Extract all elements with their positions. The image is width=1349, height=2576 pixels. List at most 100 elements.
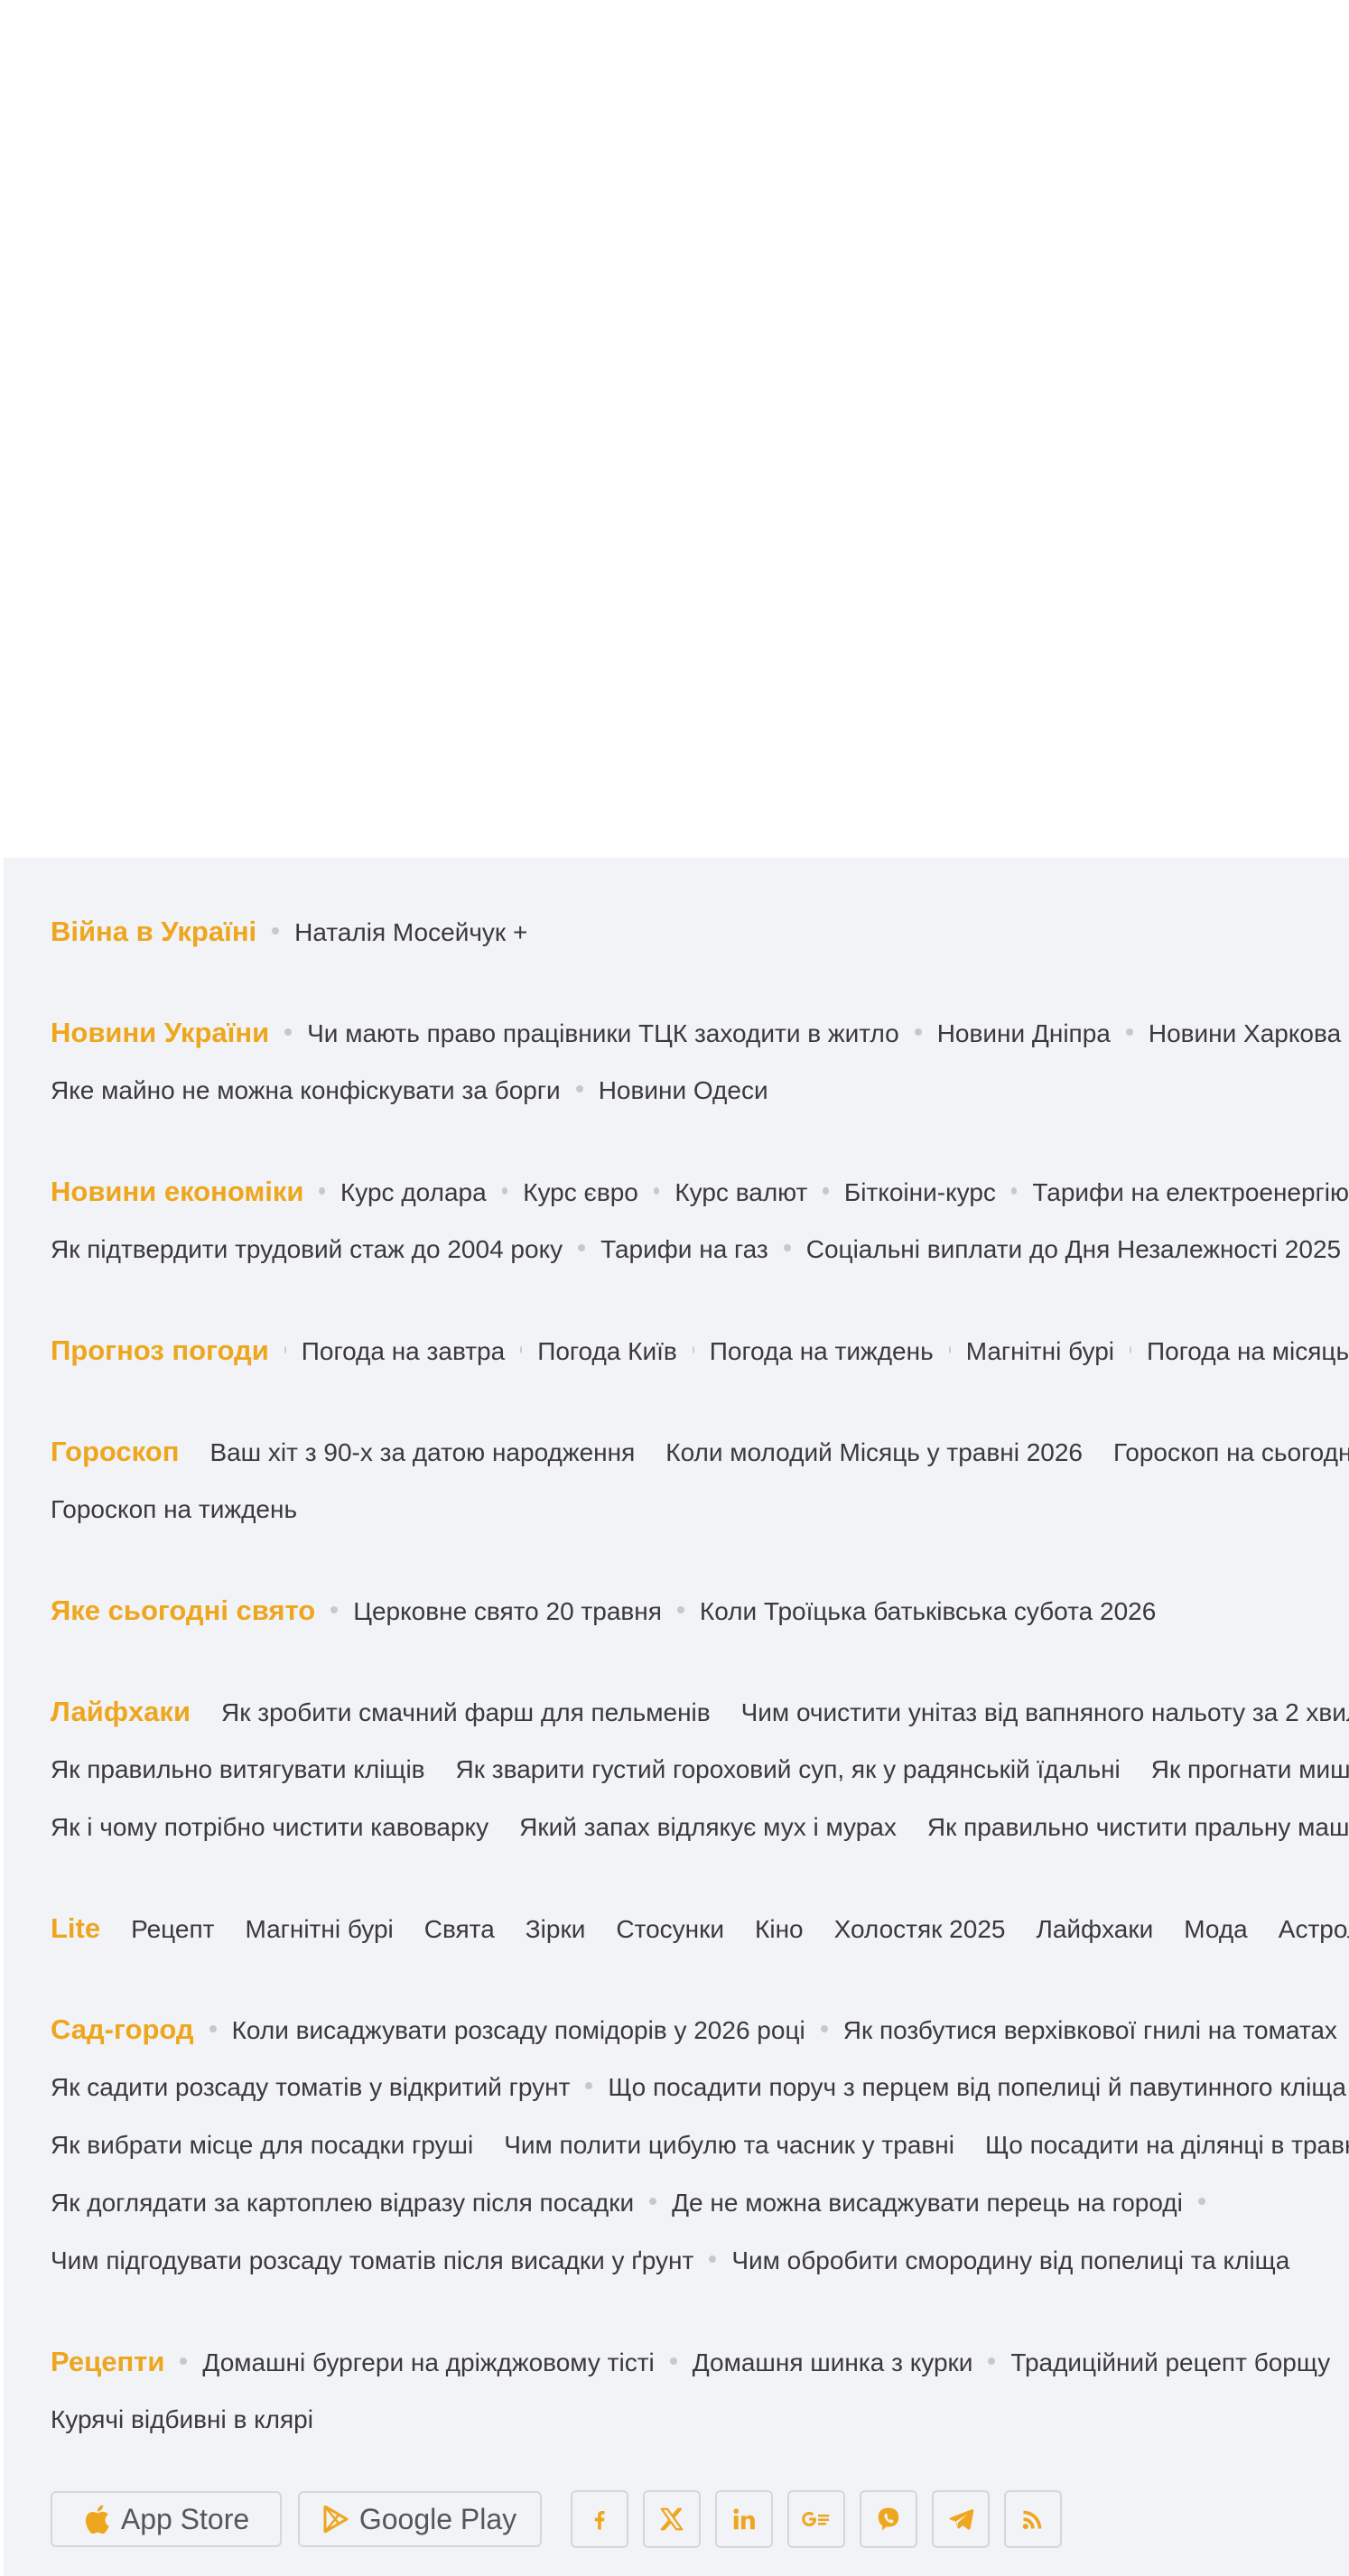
footer-section: Сад-город Коли висаджувати розсаду помідо… bbox=[51, 2001, 1349, 2290]
footer-link[interactable]: Чим очистити унітаз від вапняного нальот… bbox=[741, 1684, 1349, 1742]
footer-link-row: Новини України Чи мають право працівники … bbox=[51, 1004, 1349, 1062]
section-heading-link[interactable]: Рецепти bbox=[51, 2333, 164, 2391]
linkedin-icon bbox=[733, 2508, 755, 2530]
footer-link-row: Війна в Україні Наталія Мосейчук + bbox=[51, 903, 1349, 961]
x-twitter-button[interactable] bbox=[643, 2490, 701, 2548]
separator-dot bbox=[520, 1346, 523, 1353]
footer-link[interactable]: Церковне свято 20 травня bbox=[353, 1583, 662, 1641]
linkedin-button[interactable] bbox=[715, 2490, 773, 2548]
google-play-button[interactable]: Google Play bbox=[298, 2491, 542, 2547]
footer-link-row: Як правильно витягувати кліщів Як зварити… bbox=[51, 1741, 1349, 1799]
footer-link[interactable]: Ваш хіт з 90-х за датою народження bbox=[209, 1424, 635, 1482]
footer-link[interactable]: Як підтвердити трудовий стаж до 2004 рок… bbox=[51, 1221, 563, 1279]
footer-link[interactable]: Чим обробити смородину від попелиці та к… bbox=[731, 2232, 1289, 2290]
footer-link-row: Lite Рецепт Магнітні бурі Свята Зірки Стосунк… bbox=[51, 1900, 1349, 1958]
separator-dot bbox=[988, 2357, 996, 2365]
footer-link[interactable]: Стосунки bbox=[616, 1901, 724, 1958]
footer-link[interactable]: Як садити розсаду томатів у відкритий гр… bbox=[51, 2059, 570, 2116]
footer-section: Війна в Україні Наталія Мосейчук + bbox=[51, 903, 1349, 961]
facebook-button[interactable] bbox=[571, 2490, 628, 2548]
footer-link[interactable]: Як зробити смачний фарш для пельменів bbox=[221, 1684, 711, 1742]
app-store-button[interactable]: App Store bbox=[51, 2491, 282, 2547]
footer-section: Лайфхаки Як зробити смачний фарш для пель… bbox=[51, 1683, 1349, 1856]
footer-link[interactable]: Як правильно витягувати кліщів bbox=[51, 1741, 425, 1799]
footer-link[interactable]: Що посадити поруч з перцем від попелиці … bbox=[608, 2059, 1346, 2116]
footer-link[interactable]: Як доглядати за картоплею відразу після … bbox=[51, 2174, 634, 2232]
footer-link[interactable]: Рецепт bbox=[131, 1901, 214, 1958]
footer-link[interactable]: Зірки bbox=[526, 1901, 586, 1958]
footer-link[interactable]: Чи мають право працівники ТЦК заходити в… bbox=[307, 1005, 899, 1063]
separator-dot bbox=[501, 1187, 508, 1195]
footer-link[interactable]: Наталія Мосейчук + bbox=[294, 904, 527, 962]
footer-link[interactable]: Магнітні бурі bbox=[966, 1323, 1114, 1381]
footer-link[interactable]: Коли висаджувати розсаду помідорів у 202… bbox=[232, 2002, 805, 2060]
footer-link[interactable]: Погода на місяць bbox=[1147, 1323, 1349, 1381]
footer-link[interactable]: Біткоіни-курс bbox=[844, 1164, 996, 1222]
section-heading-link[interactable]: Війна в Україні bbox=[51, 903, 256, 961]
footer-section: Lite Рецепт Магнітні бурі Свята Зірки Стосунк… bbox=[51, 1900, 1349, 1958]
separator-dot bbox=[653, 1187, 660, 1195]
viber-button[interactable] bbox=[860, 2490, 917, 2548]
footer-link[interactable]: Новини Харкова bbox=[1149, 1005, 1341, 1063]
footer-link[interactable]: Холостяк 2025 bbox=[834, 1901, 1006, 1958]
app-store-label: App Store bbox=[120, 2502, 250, 2535]
section-heading-link[interactable]: Новини економіки bbox=[51, 1163, 303, 1221]
footer-link[interactable]: Кіно bbox=[755, 1901, 804, 1958]
footer-link[interactable]: Курс євро bbox=[523, 1164, 638, 1222]
separator-dot bbox=[284, 1346, 286, 1353]
footer-link[interactable]: Коли молодий Місяць у травні 2026 bbox=[665, 1424, 1083, 1482]
footer-link[interactable]: Що посадити на ділянці в травні bbox=[985, 2116, 1349, 2174]
footer-link[interactable]: Як і чому потрібно чистити кавоварку bbox=[51, 1799, 488, 1856]
footer-link-row: Рецепти Домашні бургери на дріжджовому ті… bbox=[51, 2333, 1349, 2391]
footer-link[interactable]: Гороскоп на тиждень bbox=[51, 1481, 297, 1539]
footer-link[interactable]: Лайфхаки bbox=[1036, 1901, 1153, 1958]
footer-link[interactable]: Як позбутися верхівкової гнилі на томата… bbox=[843, 2002, 1337, 2060]
footer-link[interactable]: Курячі відбивні в клярі bbox=[51, 2391, 313, 2449]
section-heading-link[interactable]: Сад-город bbox=[51, 2001, 194, 2059]
footer-link[interactable]: Чим підгодувати розсаду томатів після ви… bbox=[51, 2232, 693, 2290]
footer-link[interactable]: Домашня шинка з курки bbox=[693, 2334, 973, 2392]
footer-section: Гороскоп Ваш хіт з 90-х за датою народжен… bbox=[51, 1423, 1349, 1539]
footer-link[interactable]: Який запах відлякує мух і мурах bbox=[519, 1799, 897, 1856]
google-news-button[interactable] bbox=[787, 2490, 845, 2548]
footer-link[interactable]: Традиційний рецепт борщу bbox=[1010, 2334, 1330, 2392]
footer-link[interactable]: Астрологія bbox=[1279, 1901, 1349, 1958]
footer-link[interactable]: Погода на тиждень bbox=[710, 1323, 934, 1381]
footer-link[interactable]: Новини Одеси bbox=[599, 1062, 768, 1120]
footer-link[interactable]: Магнітні бурі bbox=[245, 1901, 393, 1958]
rss-button[interactable] bbox=[1004, 2490, 1062, 2548]
footer-link[interactable]: Погода на завтра bbox=[302, 1323, 505, 1381]
footer-link[interactable]: Гороскоп на сьогодні bbox=[1113, 1424, 1349, 1482]
footer-link[interactable]: Яке майно не можна конфіскувати за борги bbox=[51, 1062, 561, 1120]
telegram-button[interactable] bbox=[932, 2490, 990, 2548]
section-heading-link[interactable]: Лайфхаки bbox=[51, 1683, 191, 1741]
footer-link[interactable]: Новини Дніпра bbox=[937, 1005, 1111, 1063]
footer-link[interactable]: Мода bbox=[1184, 1901, 1248, 1958]
section-heading-link[interactable]: Прогноз погоди bbox=[51, 1322, 269, 1380]
footer-link[interactable]: Як правильно чистити пральну машину bbox=[927, 1799, 1349, 1856]
footer-link[interactable]: Курс долара bbox=[340, 1164, 487, 1222]
footer-link[interactable]: Як зварити густий гороховий суп, як у ра… bbox=[456, 1741, 1121, 1799]
section-heading-link[interactable]: Новини України bbox=[51, 1004, 269, 1062]
footer-link[interactable]: Домашні бургери на дріжджовому тісті bbox=[202, 2334, 654, 2392]
footer-link[interactable]: Як вибрати місце для посадки груші bbox=[51, 2116, 473, 2174]
footer-link[interactable]: Тарифи на газ bbox=[600, 1221, 768, 1279]
section-heading-link[interactable]: Яке сьогодні свято bbox=[51, 1582, 315, 1640]
blank-content-area bbox=[0, 0, 1349, 858]
section-heading-link[interactable]: Lite bbox=[51, 1900, 100, 1958]
footer-link[interactable]: Тарифи на електроенергію bbox=[1032, 1164, 1349, 1222]
section-heading-link[interactable]: Гороскоп bbox=[51, 1423, 179, 1481]
footer-link[interactable]: Курс валют bbox=[674, 1164, 807, 1222]
footer-link[interactable]: Чим полити цибулю та часник у травні bbox=[504, 2116, 954, 2174]
footer-link-row: Як і чому потрібно чистити кавоварку Який… bbox=[51, 1799, 1349, 1856]
footer-link[interactable]: Свята bbox=[424, 1901, 495, 1958]
x-twitter-icon bbox=[660, 2507, 684, 2531]
footer-link[interactable]: Погода Київ bbox=[537, 1323, 677, 1381]
footer-link[interactable]: Коли Троїцька батьківська субота 2026 bbox=[700, 1583, 1156, 1641]
footer-link-row: Яке сьогодні свято Церковне свято 20 трав… bbox=[51, 1582, 1349, 1640]
footer-link[interactable]: Як прогнати мишей bbox=[1151, 1741, 1349, 1799]
separator-dot bbox=[820, 2025, 828, 2032]
footer-link[interactable]: Соціальні виплати до Дня Незалежності 20… bbox=[806, 1221, 1341, 1279]
footer-link-row: Прогноз погоди Погода на завтра Погода Киї… bbox=[51, 1322, 1349, 1380]
footer-link[interactable]: Де не можна висаджувати перець на городі bbox=[672, 2174, 1183, 2232]
